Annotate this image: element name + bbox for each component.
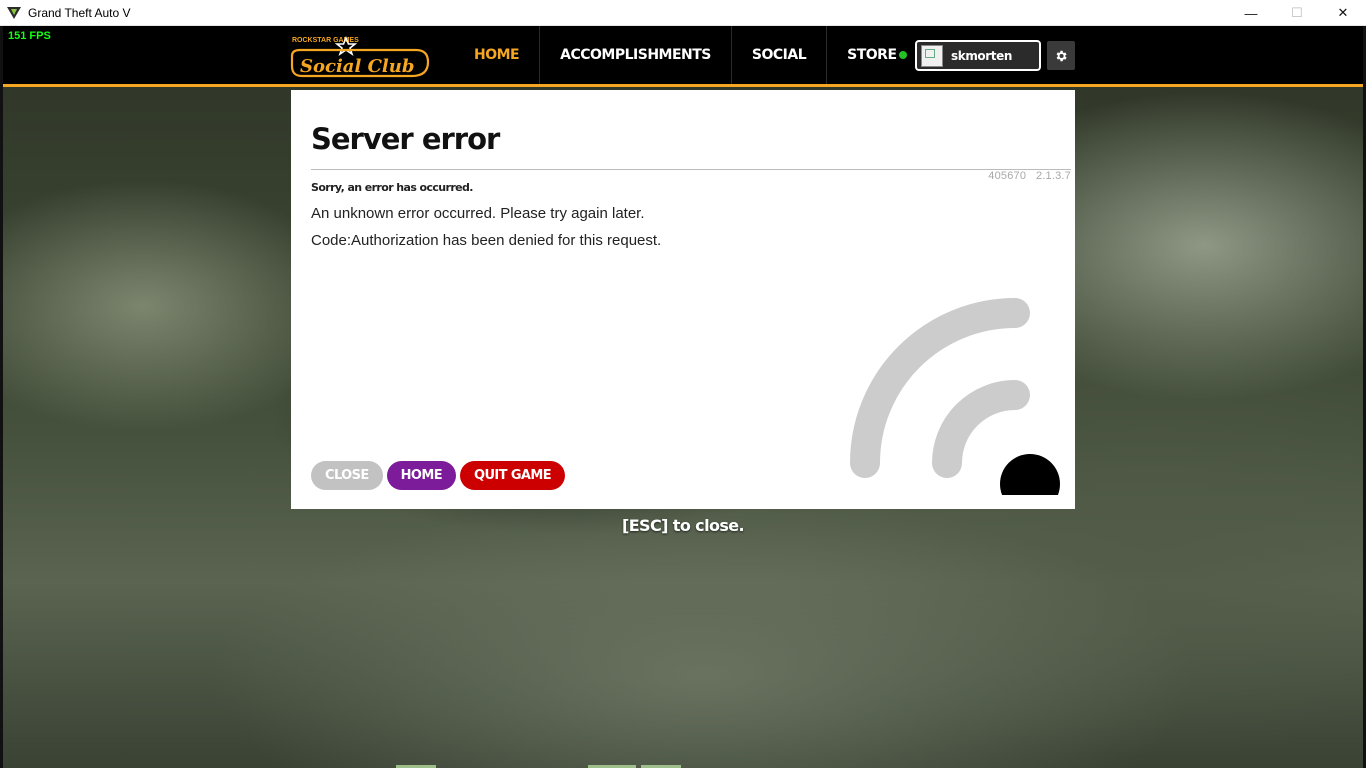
nav-home[interactable]: HOME: [454, 26, 541, 84]
version-id: 405670: [988, 170, 1027, 182]
username: skmorten: [951, 48, 1013, 63]
nav-accomplishments[interactable]: ACCOMPLISHMENTS: [540, 26, 732, 84]
game-viewport: ROCKSTAR GAMES Social Club HOME ACCOMPLI…: [3, 26, 1363, 768]
user-profile-button[interactable]: skmorten: [915, 40, 1041, 71]
version-info: 405670 2.1.3.7: [988, 170, 1071, 182]
error-code: Code:Authorization has been denied for t…: [311, 232, 662, 249]
fps-counter: 151 FPS: [8, 30, 51, 42]
version-number: 2.1.3.7: [1035, 170, 1071, 182]
window-controls: — ☐ ✕: [1228, 0, 1366, 26]
social-club-logo[interactable]: ROCKSTAR GAMES Social Club: [288, 32, 433, 82]
nav-social[interactable]: SOCIAL: [732, 26, 828, 84]
maximize-button[interactable]: ☐: [1274, 0, 1320, 26]
gta-v-app-icon: [7, 6, 21, 19]
title-divider: [311, 169, 1071, 170]
error-message: An unknown error occurred. Please try ag…: [311, 205, 645, 222]
error-subtitle: Sorry, an error has occurred.: [311, 181, 473, 194]
close-window-button[interactable]: ✕: [1320, 0, 1366, 26]
avatar: [921, 44, 943, 67]
esc-close-hint: [ESC] to close.: [621, 516, 745, 535]
minimize-button[interactable]: —: [1228, 0, 1274, 26]
quit-game-button[interactable]: QUIT GAME: [460, 461, 566, 490]
error-dialog: Server error 405670 2.1.3.7 Sorry, an er…: [291, 90, 1075, 509]
window-title: Grand Theft Auto V: [28, 5, 131, 20]
window-titlebar[interactable]: Grand Theft Auto V — ☐ ✕: [0, 0, 1366, 26]
no-connection-wifi-icon: [850, 298, 1060, 495]
online-status-indicator: [899, 51, 907, 59]
logo-text: Social Club: [300, 56, 414, 77]
nav-menu: HOME ACCOMPLISHMENTS SOCIAL STORE: [454, 26, 917, 84]
dialog-actions: CLOSE HOME QUIT GAME: [311, 461, 566, 490]
social-club-nav: ROCKSTAR GAMES Social Club HOME ACCOMPLI…: [3, 26, 1363, 87]
error-title: Server error: [311, 122, 500, 156]
close-button[interactable]: CLOSE: [311, 461, 383, 490]
settings-button[interactable]: [1047, 41, 1075, 70]
logo-small-text: ROCKSTAR GAMES: [292, 37, 359, 44]
home-button[interactable]: HOME: [386, 461, 457, 490]
gear-icon: [1056, 50, 1067, 61]
